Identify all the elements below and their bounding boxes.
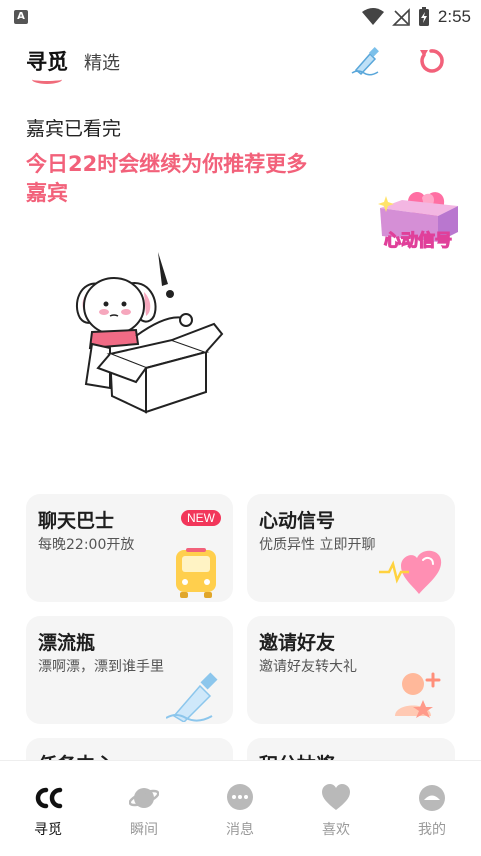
notification-icon: A xyxy=(14,10,28,24)
heart-icon xyxy=(379,550,442,594)
card-subtitle: 漂啊漂，漂到谁手里 xyxy=(38,659,164,675)
card-subtitle: 每晚22:00开放 xyxy=(38,537,135,553)
badge-text: 心动信号 xyxy=(384,230,452,251)
refresh-icon[interactable] xyxy=(416,46,446,76)
page-title: 嘉宾已看完 xyxy=(26,118,122,140)
new-badge: NEW xyxy=(181,510,221,526)
gift-box-hearts-icon: 心动信号 xyxy=(378,191,458,252)
tab-featured[interactable]: 精选 xyxy=(84,49,120,75)
profile-icon xyxy=(419,785,445,811)
invite-user-icon xyxy=(395,672,441,718)
heart-icon xyxy=(322,784,350,810)
nav-label: 寻觅 xyxy=(34,822,62,838)
card-drift-bottle[interactable]: 漂流瓶 漂啊漂，漂到谁手里 xyxy=(26,616,233,724)
nav-label: 消息 xyxy=(226,822,254,838)
status-bar: A 2:55 xyxy=(0,0,481,34)
planet-icon xyxy=(129,788,159,808)
battery-charging-icon xyxy=(418,7,429,26)
recommend-message: 今日22时会继续为你推荐更多嘉宾 xyxy=(26,152,308,205)
drift-bottle-icon[interactable] xyxy=(350,44,382,76)
card-heart-signal[interactable]: 心动信号 优质异性 立即开聊 xyxy=(247,494,455,602)
bunny-empty-box-illustration xyxy=(66,244,236,424)
bottom-nav: 寻觅 瞬间 消息 喜欢 我的 xyxy=(0,760,481,856)
nav-label: 瞬间 xyxy=(130,822,158,838)
card-subtitle: 优质异性 立即开聊 xyxy=(259,537,376,553)
nav-label: 喜欢 xyxy=(322,822,350,838)
bus-icon xyxy=(176,548,216,598)
card-title: 漂流瓶 xyxy=(38,632,96,654)
nav-label: 我的 xyxy=(418,822,446,838)
card-title: 邀请好友 xyxy=(259,632,336,654)
clock: 2:55 xyxy=(437,7,471,26)
card-invite-friends[interactable]: 邀请好友 邀请好友转大礼 xyxy=(247,616,455,724)
wifi-icon xyxy=(361,8,384,25)
card-title: 心动信号 xyxy=(259,510,336,532)
bottle-icon xyxy=(166,672,218,722)
top-tabs: 寻觅 精选 xyxy=(26,46,120,84)
card-chat-bus[interactable]: 聊天巴士 NEW 每晚22:00开放 xyxy=(26,494,233,602)
cc-logo-icon xyxy=(35,787,63,809)
no-signal-icon xyxy=(391,8,410,26)
card-title: 聊天巴士 xyxy=(38,510,115,532)
chat-bubble-icon xyxy=(227,784,253,810)
heart-signal-badge[interactable]: 心动信号 xyxy=(372,172,464,258)
card-subtitle: 邀请好友转大礼 xyxy=(259,659,357,675)
tab-discover[interactable]: 寻觅 xyxy=(26,46,68,84)
